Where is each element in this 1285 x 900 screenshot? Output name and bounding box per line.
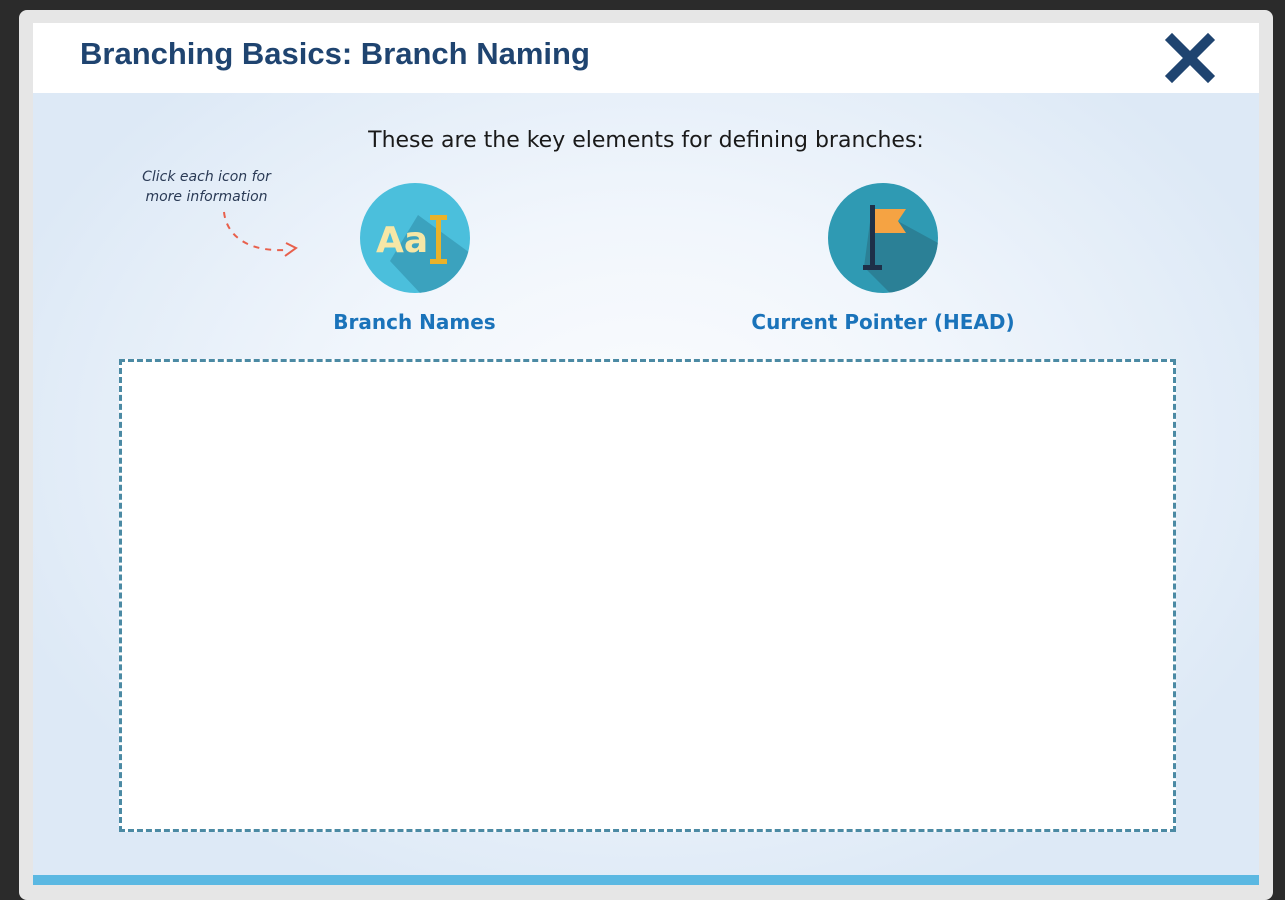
svg-text:Aa: Aa <box>376 220 428 261</box>
modal-title: Branching Basics: Branch Naming <box>80 36 590 71</box>
text-font-icon: Aa <box>359 183 470 293</box>
flag-icon <box>828 183 938 293</box>
modal-content: These are the key elements for defining … <box>33 93 1259 885</box>
info-display-box <box>119 359 1176 832</box>
branch-names-item[interactable]: Aa Branch Names <box>313 183 516 334</box>
hint-arrow-icon <box>223 211 298 257</box>
close-button[interactable] <box>1163 31 1217 85</box>
close-x-icon <box>1164 32 1216 84</box>
footer-bar <box>33 875 1259 885</box>
intro-text: These are the key elements for defining … <box>368 128 924 153</box>
branch-names-label: Branch Names <box>333 310 496 334</box>
modal-dialog: Branching Basics: Branch Naming These ar… <box>33 23 1259 885</box>
click-hint: Click each icon for more information <box>142 169 271 205</box>
current-pointer-label: Current Pointer (HEAD) <box>751 310 1015 334</box>
current-pointer-item[interactable]: Current Pointer (HEAD) <box>733 183 1033 334</box>
modal-header: Branching Basics: Branch Naming <box>33 23 1259 93</box>
